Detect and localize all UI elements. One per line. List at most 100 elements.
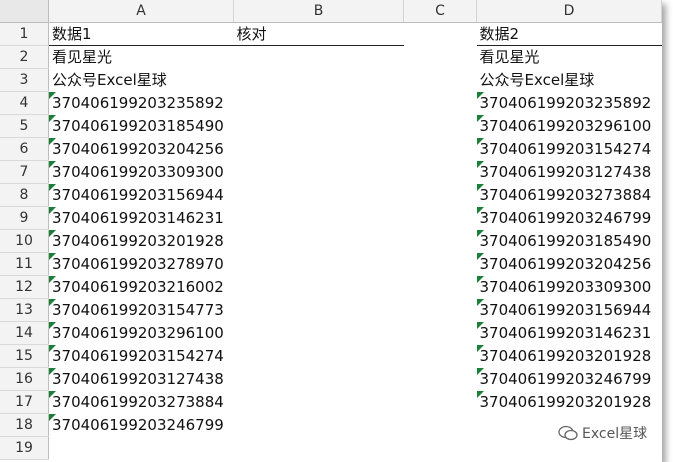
cell-a[interactable]: 370406199203201928	[48, 229, 234, 253]
cell-c[interactable]	[404, 391, 477, 414]
cell-a[interactable]: 370406199203156944	[48, 183, 234, 207]
row-header[interactable]: 19	[0, 436, 49, 460]
row-header[interactable]: 15	[0, 344, 49, 368]
cell-a[interactable]: 370406199203273884	[48, 390, 234, 414]
cell-c[interactable]	[404, 368, 477, 391]
cell-d[interactable]: 370406199203235892	[476, 91, 662, 115]
row-header[interactable]: 12	[0, 275, 49, 299]
cell-c[interactable]	[404, 322, 477, 345]
cell-c[interactable]	[404, 115, 477, 138]
cell-a[interactable]: 370406199203204256	[48, 137, 234, 161]
cell-b[interactable]	[234, 414, 404, 437]
row-header[interactable]: 9	[0, 206, 49, 230]
cell-a[interactable]: 370406199203154274	[48, 344, 234, 368]
select-all-corner[interactable]	[0, 0, 49, 23]
cell-d[interactable]: 370406199203273884	[476, 183, 662, 207]
cell-b[interactable]	[234, 46, 404, 69]
cell-b[interactable]	[234, 161, 404, 184]
cell-a1[interactable]: 数据1	[48, 22, 234, 46]
cell-a[interactable]: 370406199203278970	[48, 252, 234, 276]
cell-b[interactable]	[234, 368, 404, 391]
cell-d[interactable]: 370406199203309300	[476, 275, 662, 299]
row-header[interactable]: 18	[0, 413, 49, 437]
cell-c[interactable]	[404, 230, 477, 253]
cell-d[interactable]: 公众号Excel星球	[477, 69, 662, 92]
cell-c[interactable]	[404, 253, 477, 276]
spreadsheet-grid: A B C D 1 数据1 核对 数据2 2 看见星光 看见星光 3 公众号Excel星球 公众号…	[0, 0, 662, 460]
cell-a[interactable]: 370406199203296100	[48, 321, 234, 345]
column-header-d[interactable]: D	[476, 0, 662, 23]
cell-d[interactable]: 370406199203154274	[476, 137, 662, 161]
cell-c[interactable]	[404, 437, 477, 460]
cell-a[interactable]: 公众号Excel星球	[49, 69, 234, 92]
cell-b[interactable]	[234, 115, 404, 138]
row-header[interactable]: 3	[0, 68, 49, 92]
row-header[interactable]: 8	[0, 183, 49, 207]
row-header[interactable]: 17	[0, 390, 49, 414]
cell-c[interactable]	[404, 414, 477, 437]
column-header-c[interactable]: C	[403, 0, 477, 23]
row-header[interactable]: 10	[0, 229, 49, 253]
cell-b1[interactable]: 核对	[233, 22, 404, 46]
cell-c1[interactable]	[404, 23, 477, 46]
cell-d[interactable]: 370406199203127438	[476, 160, 662, 184]
cell-a[interactable]: 370406199203146231	[48, 206, 234, 230]
cell-c[interactable]	[404, 184, 477, 207]
column-header-b[interactable]: B	[233, 0, 404, 23]
row-header[interactable]: 4	[0, 91, 49, 115]
cell-d[interactable]: 370406199203204256	[476, 252, 662, 276]
row-header[interactable]: 2	[0, 45, 49, 69]
cell-b[interactable]	[234, 276, 404, 299]
row-header[interactable]: 13	[0, 298, 49, 322]
cell-c[interactable]	[404, 161, 477, 184]
cell-b[interactable]	[234, 253, 404, 276]
cell-d[interactable]: 370406199203246799	[476, 367, 662, 391]
row-header[interactable]: 7	[0, 160, 49, 184]
cell-b[interactable]	[234, 138, 404, 161]
cell-c[interactable]	[404, 69, 477, 92]
cell-d[interactable]: 看见星光	[477, 46, 662, 69]
cell-d[interactable]: 370406199203156944	[476, 298, 662, 322]
cell-c[interactable]	[404, 345, 477, 368]
cell-c[interactable]	[404, 138, 477, 161]
cell-c[interactable]	[404, 207, 477, 230]
cell-a[interactable]: 370406199203154773	[48, 298, 234, 322]
row-header[interactable]: 16	[0, 367, 49, 391]
cell-b[interactable]	[234, 92, 404, 115]
cell-b[interactable]	[234, 322, 404, 345]
cell-a[interactable]	[49, 437, 234, 460]
cell-c[interactable]	[404, 46, 477, 69]
cell-a[interactable]: 370406199203216002	[48, 275, 234, 299]
cell-a[interactable]: 370406199203309300	[48, 160, 234, 184]
cell-a[interactable]: 370406199203185490	[48, 114, 234, 138]
cell-d[interactable]: 370406199203296100	[476, 114, 662, 138]
cell-c[interactable]	[404, 276, 477, 299]
cell-c[interactable]	[404, 299, 477, 322]
row-header[interactable]: 11	[0, 252, 49, 276]
cell-d[interactable]: 370406199203201928	[476, 390, 662, 414]
cell-a[interactable]: 370406199203235892	[48, 91, 234, 115]
cell-b[interactable]	[234, 207, 404, 230]
cell-b[interactable]	[234, 184, 404, 207]
cell-b[interactable]	[234, 230, 404, 253]
cell-c[interactable]	[404, 92, 477, 115]
cell-b[interactable]	[234, 69, 404, 92]
cell-d[interactable]: 370406199203201928	[476, 344, 662, 368]
cell-d[interactable]: 370406199203146231	[476, 321, 662, 345]
row-header[interactable]: 14	[0, 321, 49, 345]
row-header[interactable]: 5	[0, 114, 49, 138]
row-header[interactable]: 6	[0, 137, 49, 161]
sheet-row: 10 370406199203201928 370406199203185490	[0, 229, 662, 253]
cell-a[interactable]: 370406199203127438	[48, 367, 234, 391]
cell-b[interactable]	[234, 299, 404, 322]
cell-a[interactable]: 看见星光	[49, 46, 234, 69]
cell-b[interactable]	[234, 391, 404, 414]
cell-b[interactable]	[234, 345, 404, 368]
cell-b[interactable]	[234, 437, 404, 460]
cell-d[interactable]: 370406199203185490	[476, 229, 662, 253]
cell-d[interactable]: 370406199203246799	[476, 206, 662, 230]
cell-a[interactable]: 370406199203246799	[48, 413, 234, 437]
row-header[interactable]: 1	[0, 22, 49, 46]
column-header-a[interactable]: A	[48, 0, 234, 23]
cell-d1[interactable]: 数据2	[476, 22, 662, 46]
